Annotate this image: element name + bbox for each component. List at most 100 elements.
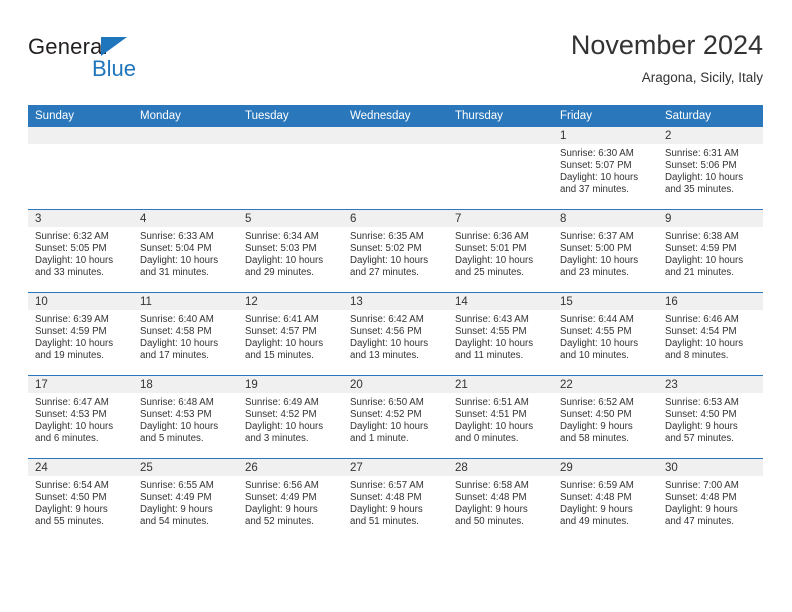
calendar-day-cell[interactable]: 27 Sunrise: 6:57 AM Sunset: 4:48 PM Dayligh… bbox=[343, 458, 448, 541]
sunset-text: Sunset: 4:53 PM bbox=[140, 409, 212, 421]
calendar-day-cell[interactable]: 23 Sunrise: 6:53 AM Sunset: 4:50 PM Dayligh… bbox=[658, 375, 763, 459]
calendar-day-cell[interactable] bbox=[343, 127, 448, 210]
calendar-day-cell-content: 6 Sunrise: 6:35 AM Sunset: 5:02 PM Daylight… bbox=[343, 210, 448, 292]
daylight-text-line2: and 58 minutes. bbox=[560, 433, 629, 445]
day-details: Sunrise: 6:46 AM Sunset: 4:54 PM Daylight:… bbox=[658, 310, 763, 362]
calendar-day-cell[interactable]: 21 Sunrise: 6:51 AM Sunset: 4:51 PM Dayligh… bbox=[448, 375, 553, 459]
day-details: Sunrise: 6:58 AM Sunset: 4:48 PM Daylight:… bbox=[448, 476, 553, 528]
day-number: 18 bbox=[133, 376, 238, 393]
day-number: 13 bbox=[343, 293, 448, 310]
day-number: 23 bbox=[658, 376, 763, 393]
day-number: 14 bbox=[448, 293, 553, 310]
sunset-text: Sunset: 4:54 PM bbox=[665, 326, 737, 338]
calendar-grid: Sunday Monday Tuesday Wednesday Thursday… bbox=[28, 105, 763, 541]
calendar-day-cell-content: 14 Sunrise: 6:43 AM Sunset: 4:55 PM Dayligh… bbox=[448, 293, 553, 375]
calendar-day-cell[interactable]: 5 Sunrise: 6:34 AM Sunset: 5:03 PM Daylight… bbox=[238, 209, 343, 293]
daylight-text-line2: and 31 minutes. bbox=[140, 267, 209, 279]
daylight-text-line1: Daylight: 10 hours bbox=[560, 172, 639, 184]
day-number: 4 bbox=[133, 210, 238, 227]
calendar-day-cell[interactable]: 26 Sunrise: 6:56 AM Sunset: 4:49 PM Dayligh… bbox=[238, 458, 343, 541]
daylight-text-line2: and 11 minutes. bbox=[455, 350, 524, 362]
day-details: Sunrise: 6:57 AM Sunset: 4:48 PM Daylight:… bbox=[343, 476, 448, 528]
calendar-day-cell[interactable]: 19 Sunrise: 6:49 AM Sunset: 4:52 PM Dayligh… bbox=[238, 375, 343, 459]
day-details: Sunrise: 6:32 AM Sunset: 5:05 PM Daylight:… bbox=[28, 227, 133, 279]
calendar-day-cell[interactable]: 16 Sunrise: 6:46 AM Sunset: 4:54 PM Dayligh… bbox=[658, 292, 763, 376]
calendar-day-cell[interactable]: 17 Sunrise: 6:47 AM Sunset: 4:53 PM Dayligh… bbox=[28, 375, 133, 459]
calendar-day-cell[interactable]: 1 Sunrise: 6:30 AM Sunset: 5:07 PM Daylight… bbox=[553, 127, 658, 210]
logo-triangle-icon bbox=[101, 37, 127, 56]
day-details: Sunrise: 6:53 AM Sunset: 4:50 PM Daylight:… bbox=[658, 393, 763, 445]
sunset-text: Sunset: 4:50 PM bbox=[560, 409, 632, 421]
day-details: Sunrise: 6:30 AM Sunset: 5:07 PM Daylight:… bbox=[553, 144, 658, 196]
calendar-day-cell-content: 5 Sunrise: 6:34 AM Sunset: 5:03 PM Daylight… bbox=[238, 210, 343, 292]
sunrise-text: Sunrise: 6:57 AM bbox=[350, 480, 424, 491]
daylight-text-line2: and 8 minutes. bbox=[665, 350, 729, 362]
sunrise-text: Sunrise: 6:34 AM bbox=[245, 231, 319, 242]
calendar-day-cell[interactable]: 14 Sunrise: 6:43 AM Sunset: 4:55 PM Dayligh… bbox=[448, 292, 553, 376]
calendar-day-cell[interactable]: 2 Sunrise: 6:31 AM Sunset: 5:06 PM Daylight… bbox=[658, 127, 763, 210]
daylight-text-line2: and 15 minutes. bbox=[245, 350, 314, 362]
general-blue-logo[interactable]: General Blue bbox=[28, 34, 218, 86]
calendar-day-cell[interactable]: 8 Sunrise: 6:37 AM Sunset: 5:00 PM Daylight… bbox=[553, 209, 658, 293]
sunset-text: Sunset: 4:52 PM bbox=[350, 409, 422, 421]
calendar-day-cell[interactable]: 15 Sunrise: 6:44 AM Sunset: 4:55 PM Dayligh… bbox=[553, 292, 658, 376]
calendar-day-cell[interactable] bbox=[133, 127, 238, 210]
day-number: 17 bbox=[28, 376, 133, 393]
calendar-day-cell[interactable] bbox=[28, 127, 133, 210]
calendar-day-cell[interactable] bbox=[238, 127, 343, 210]
daylight-text-line1: Daylight: 10 hours bbox=[455, 255, 534, 267]
calendar-day-cell[interactable]: 30 Sunrise: 7:00 AM Sunset: 4:48 PM Dayligh… bbox=[658, 458, 763, 541]
sunset-text: Sunset: 4:51 PM bbox=[455, 409, 527, 421]
calendar-day-cell[interactable]: 25 Sunrise: 6:55 AM Sunset: 4:49 PM Dayligh… bbox=[133, 458, 238, 541]
sunrise-text: Sunrise: 6:59 AM bbox=[560, 480, 634, 491]
calendar-day-cell-content: 13 Sunrise: 6:42 AM Sunset: 4:56 PM Dayligh… bbox=[343, 293, 448, 375]
calendar-day-cell[interactable]: 11 Sunrise: 6:40 AM Sunset: 4:58 PM Dayligh… bbox=[133, 292, 238, 376]
calendar-day-cell-empty bbox=[133, 127, 238, 209]
calendar-day-cell[interactable]: 20 Sunrise: 6:50 AM Sunset: 4:52 PM Dayligh… bbox=[343, 375, 448, 459]
calendar-day-cell[interactable]: 24 Sunrise: 6:54 AM Sunset: 4:50 PM Dayligh… bbox=[28, 458, 133, 541]
sunrise-text: Sunrise: 6:42 AM bbox=[350, 314, 424, 325]
calendar-day-cell-content: 7 Sunrise: 6:36 AM Sunset: 5:01 PM Daylight… bbox=[448, 210, 553, 292]
calendar-day-cell[interactable]: 7 Sunrise: 6:36 AM Sunset: 5:01 PM Daylight… bbox=[448, 209, 553, 293]
calendar-day-cell-empty bbox=[448, 127, 553, 209]
calendar-day-cell[interactable]: 4 Sunrise: 6:33 AM Sunset: 5:04 PM Daylight… bbox=[133, 209, 238, 293]
calendar-day-cell[interactable]: 6 Sunrise: 6:35 AM Sunset: 5:02 PM Daylight… bbox=[343, 209, 448, 293]
daylight-text-line1: Daylight: 10 hours bbox=[560, 338, 639, 350]
calendar-day-cell[interactable]: 9 Sunrise: 6:38 AM Sunset: 4:59 PM Daylight… bbox=[658, 209, 763, 293]
calendar-day-cell[interactable]: 22 Sunrise: 6:52 AM Sunset: 4:50 PM Dayligh… bbox=[553, 375, 658, 459]
weekday-header-wednesday: Wednesday bbox=[343, 105, 448, 127]
calendar-day-cell-empty bbox=[28, 127, 133, 209]
sunset-text: Sunset: 4:48 PM bbox=[560, 492, 632, 504]
calendar-day-cell[interactable]: 10 Sunrise: 6:39 AM Sunset: 4:59 PM Dayligh… bbox=[28, 292, 133, 376]
calendar-day-cell-content: 2 Sunrise: 6:31 AM Sunset: 5:06 PM Daylight… bbox=[658, 127, 763, 209]
calendar-page: General Blue November 2024 Aragona, Sici… bbox=[0, 0, 792, 612]
daylight-text-line1: Daylight: 10 hours bbox=[350, 421, 429, 433]
calendar-day-cell[interactable]: 12 Sunrise: 6:41 AM Sunset: 4:57 PM Dayligh… bbox=[238, 292, 343, 376]
day-number: 19 bbox=[238, 376, 343, 393]
calendar-day-cell-content: 17 Sunrise: 6:47 AM Sunset: 4:53 PM Dayligh… bbox=[28, 376, 133, 458]
day-details: Sunrise: 6:39 AM Sunset: 4:59 PM Daylight:… bbox=[28, 310, 133, 362]
calendar-day-cell-content: 3 Sunrise: 6:32 AM Sunset: 5:05 PM Daylight… bbox=[28, 210, 133, 292]
calendar-day-cell[interactable]: 18 Sunrise: 6:48 AM Sunset: 4:53 PM Dayligh… bbox=[133, 375, 238, 459]
calendar-day-cell[interactable] bbox=[448, 127, 553, 210]
day-number bbox=[238, 127, 343, 144]
sunrise-text: Sunrise: 6:51 AM bbox=[455, 397, 529, 408]
calendar-day-cell-content: 8 Sunrise: 6:37 AM Sunset: 5:00 PM Daylight… bbox=[553, 210, 658, 292]
calendar-day-cell[interactable]: 13 Sunrise: 6:42 AM Sunset: 4:56 PM Dayligh… bbox=[343, 292, 448, 376]
calendar-day-cell-content: 25 Sunrise: 6:55 AM Sunset: 4:49 PM Dayligh… bbox=[133, 459, 238, 541]
sunrise-text: Sunrise: 7:00 AM bbox=[665, 480, 739, 491]
calendar-day-cell[interactable]: 29 Sunrise: 6:59 AM Sunset: 4:48 PM Dayligh… bbox=[553, 458, 658, 541]
sunset-text: Sunset: 5:02 PM bbox=[350, 243, 422, 255]
day-details: Sunrise: 6:37 AM Sunset: 5:00 PM Daylight:… bbox=[553, 227, 658, 279]
calendar-week-row: 17 Sunrise: 6:47 AM Sunset: 4:53 PM Dayligh… bbox=[28, 375, 763, 459]
daylight-text-line1: Daylight: 10 hours bbox=[245, 338, 324, 350]
calendar-week-row: 24 Sunrise: 6:54 AM Sunset: 4:50 PM Dayligh… bbox=[28, 458, 763, 541]
day-details: Sunrise: 6:34 AM Sunset: 5:03 PM Daylight:… bbox=[238, 227, 343, 279]
page-subtitle: Aragona, Sicily, Italy bbox=[641, 70, 763, 85]
calendar-day-cell-empty bbox=[238, 127, 343, 209]
daylight-text-line2: and 49 minutes. bbox=[560, 516, 629, 528]
calendar-day-cell[interactable]: 28 Sunrise: 6:58 AM Sunset: 4:48 PM Dayligh… bbox=[448, 458, 553, 541]
calendar-week-row: 10 Sunrise: 6:39 AM Sunset: 4:59 PM Dayligh… bbox=[28, 292, 763, 376]
day-number: 30 bbox=[658, 459, 763, 476]
calendar-day-cell[interactable]: 3 Sunrise: 6:32 AM Sunset: 5:05 PM Daylight… bbox=[28, 209, 133, 293]
